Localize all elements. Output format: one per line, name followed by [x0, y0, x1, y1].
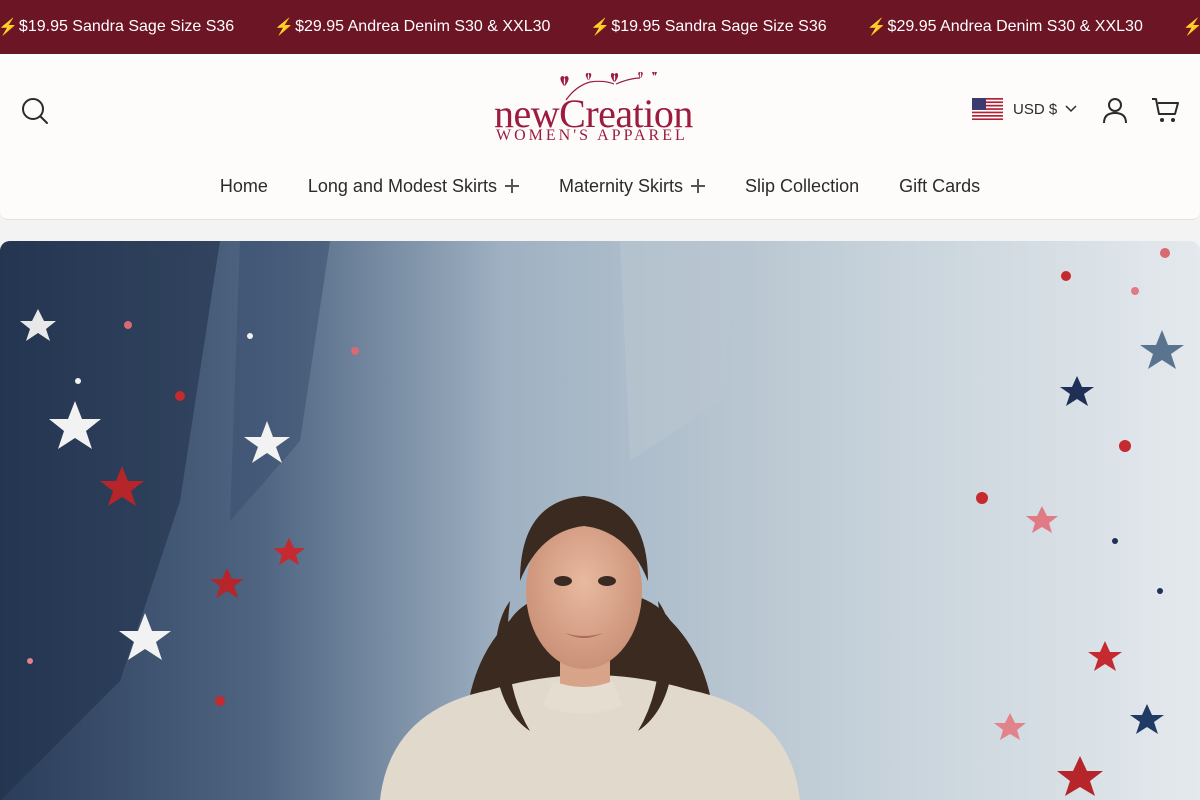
- announcement-item[interactable]: ⚡ $19.95 Sandra Sage Size S36: [590, 17, 826, 37]
- site-logo[interactable]: newCreation WOMEN'S APPAREL: [494, 72, 708, 152]
- main-navigation: Home Long and Modest Skirts Maternity Sk…: [0, 174, 1200, 198]
- plus-icon: [505, 179, 519, 193]
- logo-tagline: WOMEN'S APPAREL: [496, 127, 688, 144]
- currency-label: USD $: [1013, 100, 1058, 118]
- announcement-bar: ⚡ $19.95 Sandra Sage Size S36 ⚡ $29.95 And…: [0, 0, 1200, 54]
- nav-item-label: Slip Collection: [745, 175, 860, 196]
- site-header: newCreation WOMEN'S APPAREL USD $ Home L…: [0, 54, 1200, 220]
- plus-icon: [691, 179, 706, 193]
- lightning-icon: ⚡: [590, 19, 611, 36]
- nav-item-label: Home: [219, 175, 268, 196]
- chevron-down-icon: [1065, 105, 1077, 113]
- cart-icon: [1152, 98, 1179, 122]
- search-icon: [22, 98, 48, 124]
- lightning-icon: ⚡: [0, 19, 18, 36]
- search-button[interactable]: [20, 96, 50, 126]
- currency-selector[interactable]: USD $: [972, 98, 1077, 120]
- nav-item-label: Gift Cards: [899, 175, 981, 196]
- announcement-item[interactable]: ⚡ $19.95 Sandra Sage Size S36: [0, 17, 234, 37]
- account-icon: [1103, 98, 1127, 124]
- announcement-text: $19.95 Sandra Sage Size S36: [611, 18, 827, 35]
- announcement-item[interactable]: ⚡ $29.95 Andrea Denim S30 & XXL30: [867, 17, 1143, 37]
- announcement-item[interactable]: ⚡ $29.95 Andrea Denim S30 & XXL30: [274, 17, 550, 37]
- lightning-icon: ⚡: [1182, 19, 1200, 36]
- hero-banner[interactable]: [0, 241, 1200, 800]
- nav-item-home[interactable]: Home: [220, 176, 268, 197]
- announcement-text: $29.95 Andrea Denim S30 & XXL30: [295, 18, 551, 35]
- announcement-item[interactable]: ⚡$: [1183, 17, 1200, 37]
- nav-item-label: Long and Modest Skirts: [307, 175, 497, 196]
- hero-image: [0, 241, 1200, 800]
- us-flag-icon: [972, 98, 1003, 120]
- nav-item-slip-collection[interactable]: Slip Collection: [745, 176, 859, 197]
- nav-item-gift-cards[interactable]: Gift Cards: [899, 176, 980, 197]
- account-button[interactable]: [1101, 96, 1129, 124]
- announcement-text: $29.95 Andrea Denim S30 & XXL30: [887, 18, 1143, 35]
- lightning-icon: ⚡: [274, 19, 295, 36]
- cart-button[interactable]: [1151, 96, 1181, 124]
- announcement-text: $19.95 Sandra Sage Size S36: [18, 18, 235, 35]
- announcement-track: ⚡ $19.95 Sandra Sage Size S36 ⚡ $29.95 And…: [0, 0, 1200, 54]
- lightning-icon: ⚡: [866, 19, 887, 36]
- nav-item-maternity-skirts[interactable]: Maternity Skirts: [559, 175, 706, 197]
- nav-item-label: Maternity Skirts: [559, 175, 684, 196]
- nav-item-long-and-modest-skirts[interactable]: Long and Modest Skirts: [308, 176, 519, 197]
